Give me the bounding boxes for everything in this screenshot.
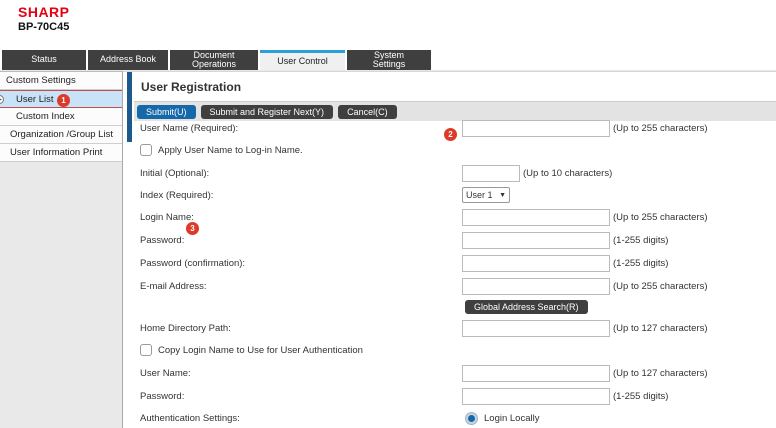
sidebar-item-label: User Information Print	[10, 147, 102, 158]
auth-user-name-input[interactable]	[462, 365, 610, 382]
login-locally-label: Login Locally	[484, 413, 539, 424]
top-nav-tabs: Status Address Book Document Operations …	[2, 50, 431, 70]
email-input[interactable]	[462, 278, 610, 295]
action-toolbar: Submit(U) Submit and Register Next(Y) Ca…	[134, 102, 776, 121]
home-directory-hint: (Up to 127 characters)	[613, 323, 708, 334]
submit-button[interactable]: Submit(U)	[137, 105, 196, 119]
apply-user-name-checkbox[interactable]	[140, 144, 152, 156]
page-title: User Registration	[134, 72, 776, 102]
password-label: Password:	[140, 235, 462, 246]
email-hint: (Up to 255 characters)	[613, 281, 708, 292]
index-label: Index (Required):	[140, 190, 462, 201]
user-name-label: User Name (Required):	[140, 123, 462, 134]
radio-selected-dot	[468, 415, 475, 422]
row-index: Index (Required): User 1 ▼	[140, 187, 770, 203]
login-name-label: Login Name:	[140, 212, 462, 223]
frame-accent-bar	[127, 72, 132, 142]
row-global-address-search: Global Address Search(R)	[140, 300, 770, 314]
row-initial: Initial (Optional): (Up to 10 characters…	[140, 165, 770, 182]
auth-password-hint: (1-255 digits)	[613, 391, 668, 402]
password-hint: (1-255 digits)	[613, 235, 668, 246]
sidebar-item-user-information-print[interactable]: User Information Print	[0, 144, 122, 162]
initial-input[interactable]	[462, 165, 520, 182]
row-authentication-settings: Authentication Settings: Login Locally	[140, 412, 770, 425]
copy-login-name-label: Copy Login Name to Use for User Authenti…	[158, 345, 363, 356]
password-input[interactable]	[462, 232, 610, 249]
index-select-value: User 1	[466, 190, 493, 200]
tab-system-settings[interactable]: System Settings	[347, 50, 431, 70]
password-confirmation-label: Password (confirmation):	[140, 258, 462, 269]
row-password-confirmation: Password (confirmation): (1-255 digits)	[140, 255, 770, 272]
sidebar-item-label: Organization /Group List	[10, 129, 113, 140]
auth-password-label: Password:	[140, 391, 462, 402]
annotation-badge-2: 2	[444, 128, 457, 141]
apply-user-name-label: Apply User Name to Log-in Name.	[158, 145, 303, 156]
main-content: User Registration Submit(U) Submit and R…	[134, 72, 776, 428]
row-login-name: Login Name: (Up to 255 characters)	[140, 209, 770, 226]
home-directory-input[interactable]	[462, 320, 610, 337]
chevron-down-icon: ▼	[499, 192, 506, 199]
authentication-settings-label: Authentication Settings:	[140, 413, 462, 424]
user-registration-form: User Name (Required): (Up to 255 charact…	[140, 120, 770, 425]
sharp-web-ui: SHARP BP-70C45 Status Address Book Docum…	[0, 0, 776, 428]
tab-user-control[interactable]: User Control	[260, 50, 345, 70]
initial-hint: (Up to 10 characters)	[523, 168, 612, 179]
tab-address-book[interactable]: Address Book	[88, 50, 168, 70]
tab-status[interactable]: Status	[2, 50, 86, 70]
auth-user-name-label: User Name:	[140, 368, 462, 379]
initial-label: Initial (Optional):	[140, 168, 462, 179]
row-auth-user-name: User Name: (Up to 127 characters)	[140, 365, 770, 382]
device-model: BP-70C45	[18, 21, 69, 33]
sidebar-item-label: User List	[16, 94, 53, 105]
tab-document-operations[interactable]: Document Operations	[170, 50, 258, 70]
annotation-badge-3: 3	[186, 222, 199, 235]
row-email: E-mail Address: (Up to 255 characters)	[140, 278, 770, 295]
row-copy-login-name: Copy Login Name to Use for User Authenti…	[140, 344, 770, 356]
password-confirmation-hint: (1-255 digits)	[613, 258, 668, 269]
sidebar-item-user-list[interactable]: ▶ User List 1	[0, 90, 122, 108]
auth-user-name-hint: (Up to 127 characters)	[613, 368, 708, 379]
row-apply-user-name: Apply User Name to Log-in Name.	[140, 144, 770, 156]
cancel-button[interactable]: Cancel(C)	[338, 105, 397, 119]
row-home-directory: Home Directory Path: (Up to 127 characte…	[140, 320, 770, 337]
index-select[interactable]: User 1 ▼	[462, 187, 510, 203]
sidebar-item-custom-settings[interactable]: Custom Settings	[0, 72, 122, 90]
password-confirmation-input[interactable]	[462, 255, 610, 272]
row-password: Password: (1-255 digits)	[140, 232, 770, 249]
sidebar-item-custom-index[interactable]: Custom Index	[0, 108, 122, 126]
sidebar-item-label: Custom Index	[16, 111, 75, 122]
global-address-search-button[interactable]: Global Address Search(R)	[465, 300, 588, 314]
row-auth-password: Password: (1-255 digits)	[140, 388, 770, 405]
home-directory-label: Home Directory Path:	[140, 323, 462, 334]
login-locally-radio[interactable]	[465, 412, 478, 425]
submit-and-register-next-button[interactable]: Submit and Register Next(Y)	[201, 105, 334, 119]
sharp-logo: SHARP	[18, 4, 70, 20]
copy-login-name-checkbox[interactable]	[140, 344, 152, 356]
login-name-input[interactable]	[462, 209, 610, 226]
auth-password-input[interactable]	[462, 388, 610, 405]
login-name-hint: (Up to 255 characters)	[613, 212, 708, 223]
user-name-input[interactable]	[462, 120, 610, 137]
expand-arrow-icon: ▶	[0, 95, 4, 104]
sidebar-menu: Custom Settings ▶ User List 1 Custom Ind…	[0, 71, 123, 428]
sidebar-item-organization-group-list[interactable]: Organization /Group List	[0, 126, 122, 144]
sidebar-item-label: Custom Settings	[6, 75, 76, 86]
email-label: E-mail Address:	[140, 281, 462, 292]
annotation-badge-1: 1	[57, 94, 70, 107]
user-name-hint: (Up to 255 characters)	[613, 123, 708, 134]
